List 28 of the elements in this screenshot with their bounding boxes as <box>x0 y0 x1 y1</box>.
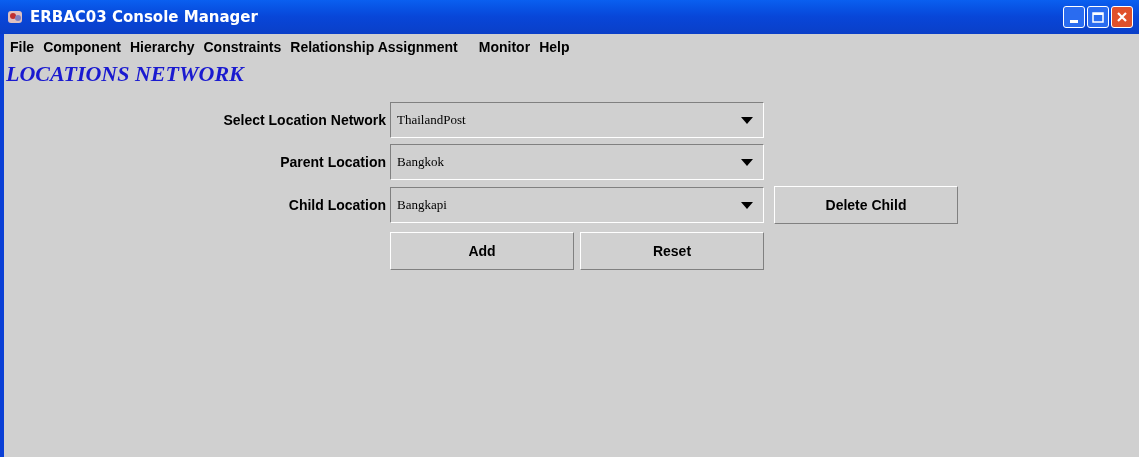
menu-item[interactable]: Constraints <box>199 36 286 58</box>
menu-item[interactable]: Help <box>535 36 574 58</box>
reset-button[interactable]: Reset <box>580 232 764 270</box>
field-label: Child Location <box>287 195 386 215</box>
page-heading: LOCATIONS NETWORK <box>5 60 246 88</box>
close-icon <box>1116 11 1128 23</box>
field-label: Parent Location <box>279 152 386 172</box>
close-button[interactable] <box>1111 6 1133 28</box>
menu-item[interactable]: Component <box>39 36 125 58</box>
menu-item[interactable]: Monitor <box>474 36 535 58</box>
delete-child-button[interactable]: Delete Child <box>774 186 958 224</box>
minimize-button[interactable] <box>1063 6 1085 28</box>
minimize-icon <box>1070 20 1078 23</box>
window-title: ERBAC03 Console Manager <box>30 6 258 28</box>
menu-item[interactable]: Relationship Assignment <box>286 36 462 58</box>
maximize-button[interactable] <box>1087 6 1109 28</box>
dropdown[interactable]: Bangkok <box>390 144 764 180</box>
dropdown-arrow-icon <box>741 158 753 166</box>
app-icon <box>6 8 24 26</box>
dropdown[interactable]: ThailandPost <box>390 102 764 138</box>
dropdown-arrow-icon <box>741 201 753 209</box>
field-label: Select Location Network <box>222 110 386 130</box>
add-button[interactable]: Add <box>390 232 574 270</box>
dropdown-arrow-icon <box>741 116 753 124</box>
maximize-icon <box>1092 11 1104 23</box>
dropdown[interactable]: Bangkapi <box>390 187 764 223</box>
menu-item[interactable]: File <box>6 36 39 58</box>
menu-item[interactable]: Hierarchy <box>125 36 199 58</box>
